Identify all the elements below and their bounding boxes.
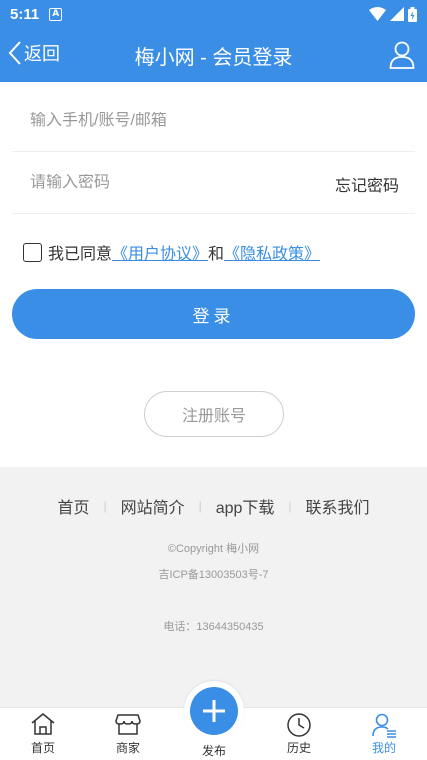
page-title: 梅小网 - 会员登录 <box>134 46 293 69</box>
status-bar: 5:11 A <box>0 0 427 28</box>
app-notification-icon: A <box>49 7 63 21</box>
footer-link-home[interactable]: 首页 <box>57 494 89 518</box>
password-field-row: 忘记密码 <box>12 152 415 214</box>
tab-publish-label: 发布 <box>201 744 226 758</box>
clock-icon <box>287 713 311 737</box>
forgot-password-link[interactable]: 忘记密码 <box>335 172 399 196</box>
home-icon <box>31 713 55 735</box>
footer-copyright: ©Copyright 梅小网 <box>167 543 260 555</box>
account-field-row <box>12 90 415 152</box>
app-header: 返回 梅小网 - 会员登录 <box>0 28 427 82</box>
plus-icon <box>203 700 225 722</box>
battery-icon <box>408 6 417 22</box>
signal-icon <box>390 7 404 21</box>
publish-button[interactable] <box>184 681 244 741</box>
footer-icp: 吉ICP备13003503号-7 <box>158 569 269 581</box>
chevron-left-icon <box>8 41 21 65</box>
user-agreement-link[interactable]: 《用户协议》 <box>112 240 208 264</box>
footer-links: 首页 | 网站简介 | app下载 | 联系我们 <box>0 494 427 518</box>
user-icon <box>372 713 396 738</box>
footer-separator: | <box>288 499 292 513</box>
shop-icon <box>115 714 141 735</box>
tab-mine[interactable]: 我的 <box>354 712 414 756</box>
register-button[interactable]: 注册账号 <box>144 391 284 437</box>
footer-link-contact[interactable]: 联系我们 <box>306 494 370 518</box>
and-text: 和 <box>208 246 225 263</box>
site-footer: 首页 | 网站简介 | app下载 | 联系我们 ©Copyright 梅小网 … <box>0 467 427 707</box>
tab-shop[interactable]: 商家 <box>98 712 158 756</box>
user-profile-button[interactable] <box>389 41 415 73</box>
back-label: 返回 <box>24 44 60 64</box>
footer-phone: 电话：13644350435 <box>163 621 264 633</box>
agreement-row: 我已同意 《用户协议》 和 《隐私政策》 <box>23 240 320 264</box>
publish-button-inner <box>190 687 238 735</box>
wifi-icon <box>369 7 386 21</box>
footer-link-about[interactable]: 网站简介 <box>121 494 185 518</box>
agree-checkbox[interactable] <box>23 242 42 262</box>
tab-shop-label: 商家 <box>115 741 140 755</box>
agree-text: 我已同意 <box>48 246 113 263</box>
footer-separator: | <box>198 499 202 513</box>
tab-mine-label: 我的 <box>371 741 396 755</box>
login-button[interactable]: 登录 <box>12 289 415 339</box>
account-input[interactable] <box>12 111 415 130</box>
privacy-policy-link[interactable]: 《隐私政策》 <box>224 240 320 264</box>
status-indicators <box>369 6 417 22</box>
status-time: 5:11 <box>10 5 40 23</box>
tab-home[interactable]: 首页 <box>13 712 73 756</box>
tab-history[interactable]: 历史 <box>269 712 329 756</box>
tab-history-label: 历史 <box>286 741 311 755</box>
footer-link-app-download[interactable]: app下载 <box>216 494 275 518</box>
footer-separator: | <box>103 499 107 513</box>
tab-home-label: 首页 <box>30 741 55 755</box>
user-icon <box>389 41 415 69</box>
back-button[interactable]: 返回 <box>8 40 60 66</box>
